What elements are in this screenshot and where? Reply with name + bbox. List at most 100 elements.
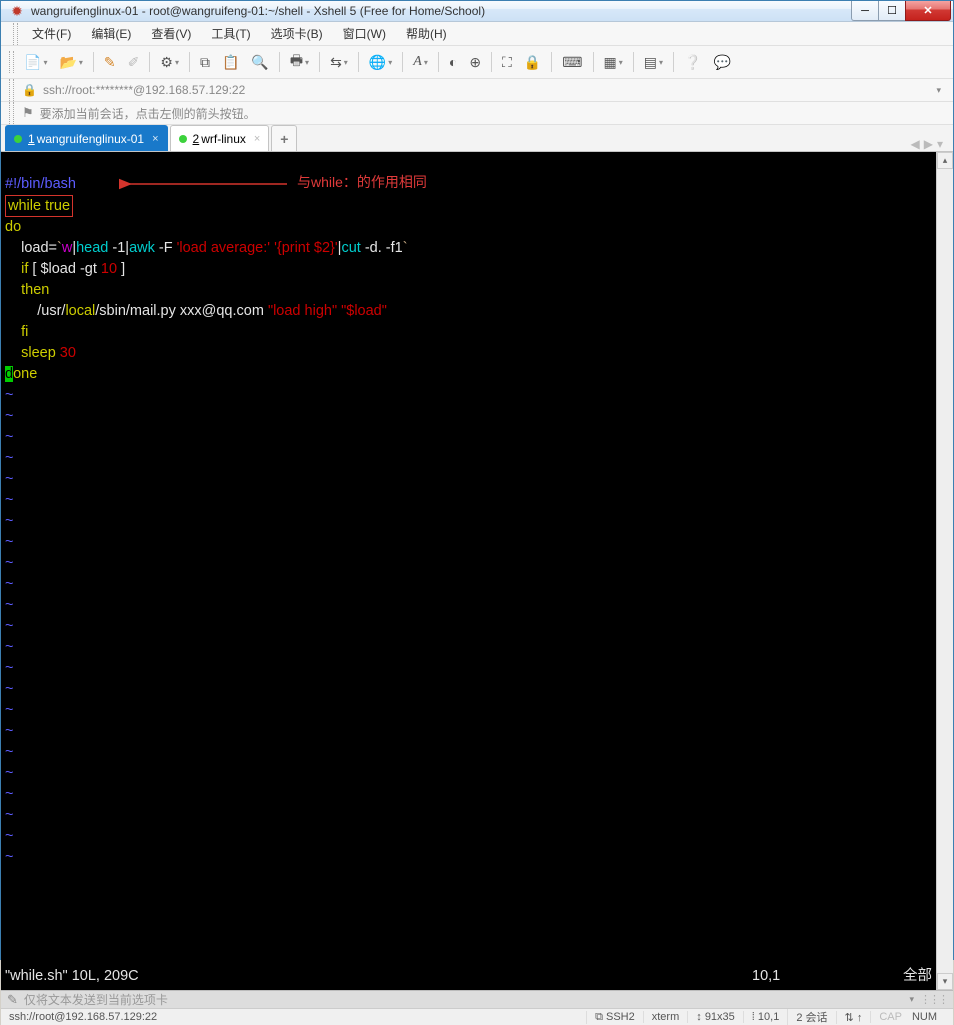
compose-dropdown[interactable]: ▾ [909, 994, 914, 1005]
app-window: ✹ wangruifenglinux-01 - root@wangruifeng… [0, 0, 954, 960]
fullscreen-button[interactable]: ⛶ [497, 50, 517, 75]
tab-prev-icon[interactable]: ◀ [911, 137, 920, 151]
window-title: wangruifenglinux-01 - root@wangruifeng-0… [31, 4, 851, 18]
app-icon: ✹ [9, 3, 25, 19]
tile-icon: ▤ [644, 54, 657, 71]
menu-tools[interactable]: 工具(T) [201, 22, 260, 45]
session-icon: ◐ [449, 54, 457, 70]
layout-button[interactable]: ▦▾ [599, 50, 628, 75]
properties-icon: ⚙ [160, 54, 173, 71]
close-button[interactable]: ✕ [905, 1, 951, 21]
addrbar-handle[interactable] [9, 79, 14, 101]
status-scroll: 全部 [872, 966, 932, 986]
lock-button[interactable]: 🔒 [519, 50, 546, 75]
menu-help[interactable]: 帮助(H) [396, 22, 457, 45]
menu-file[interactable]: 文件(F) [22, 22, 81, 45]
status-cap: CAP [870, 1011, 910, 1023]
keyboard-button[interactable]: ⌨ [557, 50, 587, 75]
menu-tabs[interactable]: 选项卡(B) [261, 22, 333, 45]
layout-icon: ▦ [604, 54, 617, 71]
help-button[interactable]: ❔ [679, 50, 706, 75]
traffic-icon: ⇅ [845, 1012, 854, 1024]
titlebar: ✹ wangruifenglinux-01 - root@wangruifeng… [1, 1, 953, 22]
tab-list-icon[interactable]: ▾ [937, 137, 943, 151]
session-button[interactable]: ◐ [444, 50, 462, 74]
globe-icon: 🌐 [369, 54, 386, 71]
address-text[interactable]: ssh://root:********@192.168.57.129:22 [43, 83, 937, 97]
tab-nav: ◀ ▶ ▾ [911, 137, 950, 151]
lock-icon: 🔒 [22, 83, 37, 97]
toolbar-handle[interactable] [9, 51, 14, 73]
net-icon: ↑ [857, 1012, 863, 1024]
tab-next-icon[interactable]: ▶ [924, 137, 933, 151]
terminal[interactable]: #!/bin/bash while true do load=`w|head -… [1, 152, 936, 990]
menu-view[interactable]: 查看(V) [141, 22, 201, 45]
gear-icon[interactable]: ✎ [7, 992, 18, 1008]
find-button[interactable]: 🔍 [246, 50, 273, 75]
cursor-icon: ⁞ [752, 1011, 755, 1023]
transfer-icon: ⇆ [330, 54, 342, 71]
paste-button[interactable]: 📋 [217, 50, 244, 75]
scroll-track[interactable] [937, 169, 953, 973]
status-num: NUM [910, 1011, 945, 1023]
status-term: xterm [643, 1011, 688, 1023]
menubar-handle[interactable] [13, 23, 18, 45]
fullscreen-icon: ⛶ [502, 54, 512, 71]
menubar: 文件(F) 编辑(E) 查看(V) 工具(T) 选项卡(B) 窗口(W) 帮助(… [1, 22, 953, 46]
maximize-button[interactable]: ☐ [878, 1, 906, 21]
status-file: "while.sh" 10L, 209C [5, 966, 752, 986]
minimize-button[interactable]: ─ [851, 1, 879, 21]
lock-icon: 🔒 [524, 54, 541, 71]
flag-icon[interactable]: ⚑ [22, 105, 34, 121]
scrollbar[interactable]: ▴ ▾ [936, 152, 953, 990]
tab-bar: 1 wangruifenglinux-01 × 2 wrf-linux × + … [1, 125, 953, 152]
open-button[interactable]: 📂▾ [54, 50, 87, 75]
print-button[interactable]: 🖶▾ [285, 46, 314, 78]
globe-button[interactable]: 🌐▾ [364, 50, 397, 75]
font-icon: A [413, 54, 422, 70]
tab-label: wrf-linux [201, 132, 246, 146]
status-size: ↕ 91x35 [687, 1011, 743, 1023]
connect-button[interactable]: ✎ [99, 50, 121, 75]
new-icon: 📄 [24, 54, 41, 71]
transfer-button[interactable]: ⇆▾ [325, 50, 353, 75]
wand-icon: ✎ [104, 54, 116, 71]
status-dot-icon [179, 135, 187, 143]
tab-close-icon[interactable]: × [152, 133, 158, 145]
new-button[interactable]: 📄▾ [19, 50, 52, 75]
tile-button[interactable]: ▤▾ [639, 50, 668, 75]
scope-button[interactable]: ⊕ [464, 50, 486, 75]
compose-bar: ✎ 仅将文本发送到当前选项卡 ▾ ⋮⋮⋮ [1, 990, 953, 1008]
compose-input[interactable]: 仅将文本发送到当前选项卡 [24, 991, 904, 1008]
tab-2[interactable]: 2 wrf-linux × [170, 125, 270, 151]
resize-handle-icon[interactable]: ⋮⋮⋮ [920, 993, 947, 1006]
status-sessions: 2 会话 [787, 1009, 835, 1025]
window-controls: ─ ☐ ✕ [851, 1, 951, 21]
tab-label: wangruifenglinux-01 [37, 132, 144, 146]
chat-button[interactable]: 💬 [708, 50, 735, 75]
scroll-up-icon[interactable]: ▴ [937, 152, 953, 169]
cursor: d [5, 366, 13, 382]
size-icon: ↕ [696, 1011, 702, 1023]
annotation-arrow [119, 176, 289, 192]
tab-close-icon[interactable]: × [254, 133, 260, 145]
disconnect-button[interactable]: ✐ [123, 50, 145, 75]
menu-window[interactable]: 窗口(W) [333, 22, 396, 45]
highlight-box: while true [5, 195, 73, 217]
status-dot-icon [14, 135, 22, 143]
scroll-down-icon[interactable]: ▾ [937, 973, 953, 990]
new-tab-button[interactable]: + [271, 125, 297, 151]
address-dropdown[interactable]: ▾ [936, 85, 941, 96]
menu-edit[interactable]: 编辑(E) [81, 22, 141, 45]
folder-icon: 📂 [59, 54, 76, 71]
keyboard-icon: ⌨ [562, 54, 582, 71]
properties-button[interactable]: ⚙▾ [155, 50, 184, 75]
copy-button[interactable]: ⧉ [195, 50, 215, 75]
hintbar-handle[interactable] [9, 102, 14, 124]
tab-number: 1 [28, 132, 35, 146]
annotation-text: 与while：的作用相同 [297, 172, 427, 192]
address-bar: 🔒 ssh://root:********@192.168.57.129:22 … [1, 79, 953, 102]
font-button[interactable]: A▾ [408, 50, 433, 74]
vim-statusline: "while.sh" 10L, 209C 10,1 全部 [5, 966, 932, 986]
tab-1[interactable]: 1 wangruifenglinux-01 × [5, 125, 168, 151]
